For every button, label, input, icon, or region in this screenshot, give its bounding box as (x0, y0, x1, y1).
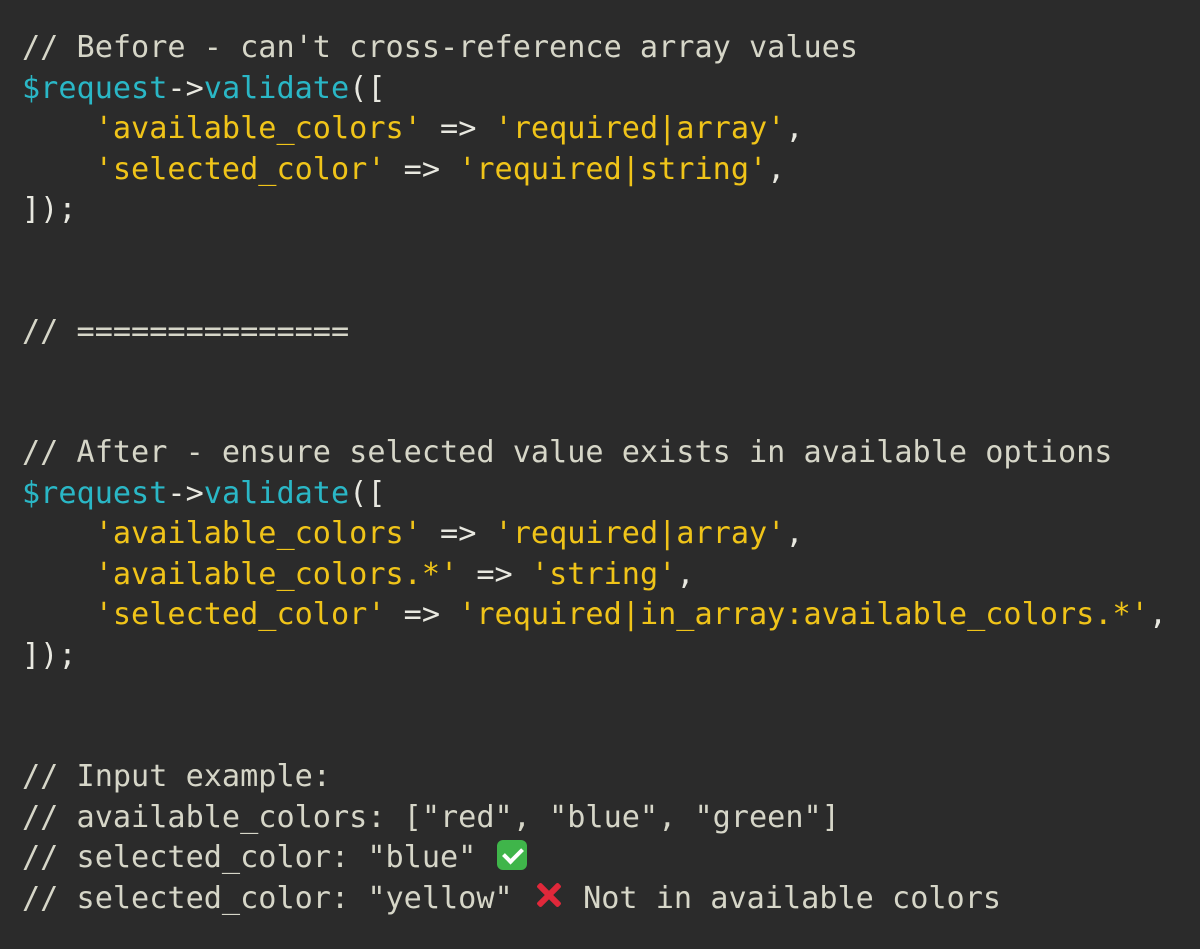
code-punctuation: , (767, 151, 786, 187)
code-line: ]); (22, 636, 1167, 677)
code-punctuation: , (785, 111, 804, 146)
code-punctuation: ([ (349, 70, 386, 106)
code-operator: => (385, 151, 459, 187)
code-line: 'available_colors.*' => 'string', (22, 555, 1167, 596)
code-comment: // =============== (22, 313, 350, 349)
code-line: 'selected_color' => 'required|string', (22, 150, 1167, 191)
code-string: 'required|array' (494, 516, 786, 551)
code-line: // selected_color: "blue" (22, 838, 1167, 879)
code-string: 'selected_color' (94, 597, 386, 632)
code-variable: $request (22, 70, 168, 106)
code-line: // Before - can't cross-reference array … (22, 28, 1167, 69)
code-string: 'available_colors' (94, 516, 422, 551)
code-operator: => (421, 516, 495, 551)
code-line: // selected_color: "yellow" Not in avail… (22, 879, 1167, 920)
code-string: 'available_colors' (94, 111, 422, 146)
code-line: 'available_colors' => 'required|array', (22, 109, 1167, 150)
code-block: // Before - can't cross-reference array … (22, 28, 1167, 919)
code-comment: // available_colors: ["red", "blue", "gr… (22, 799, 840, 835)
code-line: 'selected_color' => 'required|in_array:a… (22, 595, 1167, 636)
code-string: 'required|in_array:available_colors.*' (458, 597, 1149, 632)
code-comment: // After - ensure selected value exists … (22, 435, 1113, 470)
code-comment: Not in available colors (564, 880, 1002, 916)
code-line: $request->validate([ (22, 69, 1167, 110)
code-string: 'required|string' (458, 151, 768, 187)
code-operator: => (385, 597, 459, 632)
code-operator: => (458, 556, 531, 592)
code-line: // available_colors: ["red", "blue", "gr… (22, 798, 1167, 839)
code-punctuation: , (785, 516, 804, 551)
code-line: // Input example: (22, 757, 1167, 798)
code-operator: -> (167, 70, 204, 106)
code-function-name: validate (203, 70, 350, 106)
code-operator: => (421, 111, 495, 146)
code-line: // =============== (22, 312, 1167, 353)
code-operator: -> (167, 475, 204, 511)
code-comment: // selected_color: "blue" (22, 840, 495, 875)
code-string: 'string' (530, 556, 677, 592)
code-punctuation: ]); (22, 192, 77, 227)
code-line: $request->validate([ (22, 474, 1167, 515)
code-string: 'selected_color' (94, 151, 386, 187)
code-variable: $request (22, 475, 168, 511)
cross-icon (533, 879, 565, 911)
check-icon (496, 840, 527, 870)
code-function-name: validate (203, 475, 350, 511)
code-comment: // Before - can't cross-reference array … (22, 30, 859, 65)
code-punctuation: , (676, 556, 695, 592)
code-punctuation: ([ (349, 475, 386, 511)
code-punctuation: , (1148, 597, 1168, 632)
code-string: 'available_colors.*' (94, 556, 459, 592)
code-string: 'required|array' (494, 111, 786, 146)
code-line: ]); (22, 190, 1167, 231)
code-punctuation: ]); (22, 637, 77, 673)
code-comment: // Input example: (22, 759, 331, 794)
code-comment: // selected_color: "yellow" (22, 880, 531, 916)
code-line: // After - ensure selected value exists … (22, 433, 1167, 474)
code-line: 'available_colors' => 'required|array', (22, 514, 1167, 555)
